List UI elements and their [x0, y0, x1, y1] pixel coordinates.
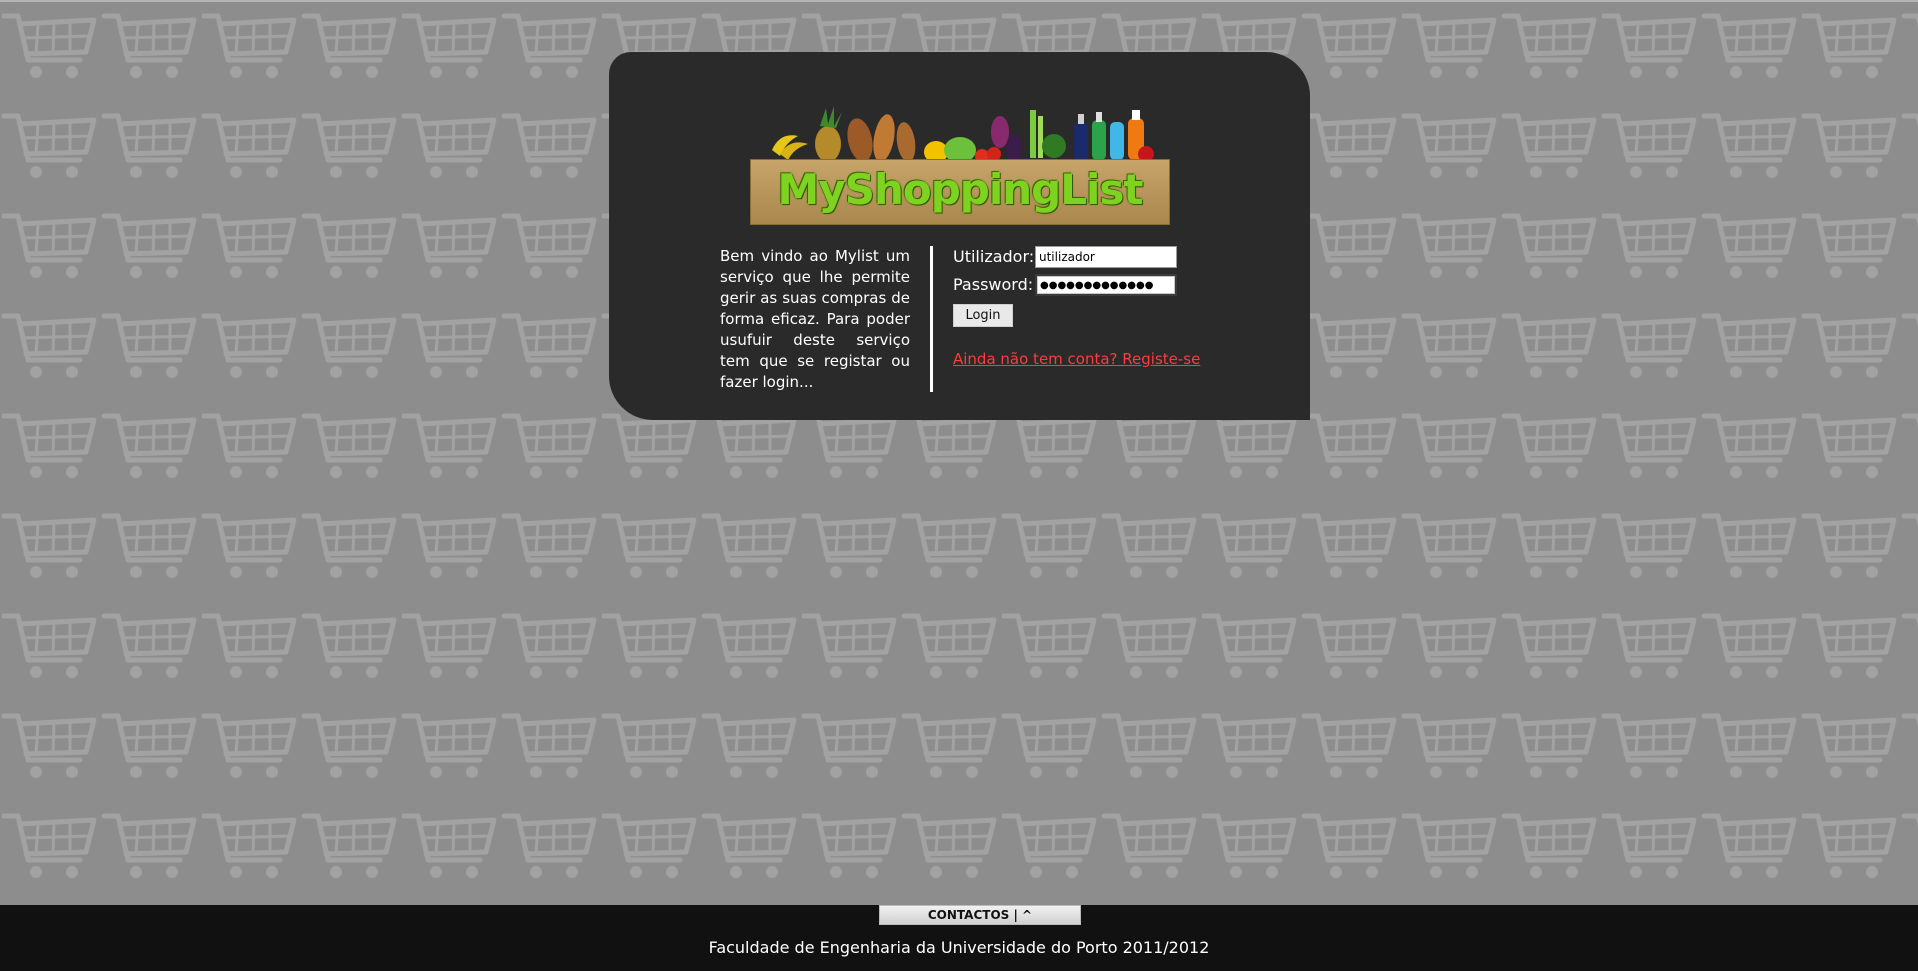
- footer: CONTACTOS | ^ Faculdade de Engenharia da…: [0, 905, 1918, 971]
- login-panel: MyShoppingList Bem vindo ao Mylist um se…: [609, 52, 1310, 420]
- username-input[interactable]: utilizador: [1035, 246, 1177, 268]
- vertical-divider: [930, 246, 933, 392]
- top-border: [0, 0, 1918, 2]
- contacts-tab[interactable]: CONTACTOS | ^: [879, 905, 1081, 925]
- login-button[interactable]: Login: [953, 304, 1013, 327]
- footer-credit: Faculdade de Engenharia da Universidade …: [708, 938, 1210, 957]
- password-label: Password:: [953, 275, 1034, 294]
- groceries-icon: [772, 106, 1154, 163]
- logo-title: MyShoppingList: [777, 165, 1144, 214]
- password-input[interactable]: ●●●●●●●●●●●●●: [1035, 274, 1177, 296]
- username-label: Utilizador:: [953, 247, 1035, 266]
- logo: MyShoppingList: [750, 102, 1170, 227]
- register-link[interactable]: Ainda não tem conta? Registe-se: [953, 350, 1200, 368]
- welcome-text: Bem vindo ao Mylist um serviço que lhe p…: [720, 247, 910, 391]
